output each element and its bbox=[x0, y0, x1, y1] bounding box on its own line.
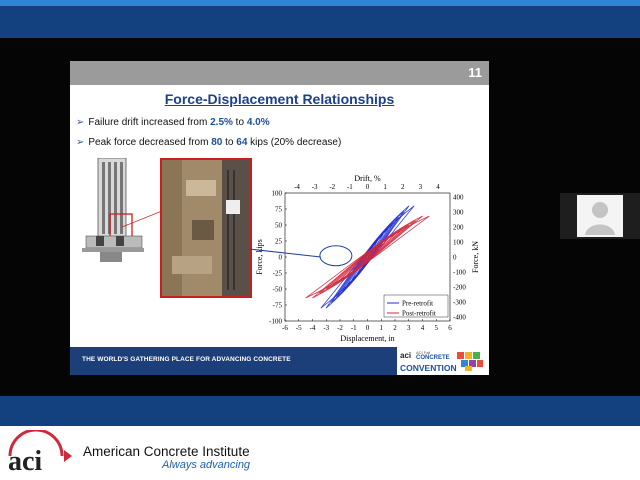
bottom-bar bbox=[0, 396, 640, 426]
bullet-text: kips (20% decrease) bbox=[247, 137, 342, 148]
bullet-value: 80 bbox=[211, 137, 223, 148]
kn-tick-label: 0 bbox=[453, 254, 457, 262]
y-tick-label: -100 bbox=[269, 318, 282, 326]
callout-line bbox=[122, 210, 162, 228]
x-tick-label: -1 bbox=[351, 324, 357, 332]
bullet-text: Failure drift increased from bbox=[88, 117, 211, 128]
convention-aci-text: aci bbox=[400, 351, 412, 360]
convention-title-text: CONVENTION bbox=[400, 363, 457, 373]
participant-avatar[interactable] bbox=[577, 195, 623, 237]
drift-tick-label: -1 bbox=[347, 183, 353, 191]
x-tick-label: 3 bbox=[407, 324, 411, 332]
bullet-value: 4.0% bbox=[246, 117, 270, 128]
kn-axis-label: Force, kN bbox=[471, 241, 480, 273]
drift-tick-label: -2 bbox=[329, 183, 335, 191]
force-displacement-chart: -6 -5 -4 -3 -2 -1 0 1 2 3 4 5 6-100-75-50-2502550751… bbox=[250, 174, 480, 343]
x-tick-label: -4 bbox=[310, 324, 316, 332]
svg-text:aci: aci bbox=[8, 446, 42, 476]
kn-tick-label: -300 bbox=[453, 299, 466, 307]
x-tick-label: -2 bbox=[337, 324, 343, 332]
drift-tick-label: 3 bbox=[419, 183, 423, 191]
bullet-text: to bbox=[222, 137, 237, 148]
legend-label: Post-retrofit bbox=[402, 310, 436, 318]
legend-label: Pre-retrofit bbox=[402, 300, 433, 308]
slide-footer-text: THE WORLD'S GATHERING PLACE FOR ADVANCIN… bbox=[82, 356, 291, 363]
y-tick-label: 25 bbox=[275, 238, 283, 246]
y-axis-label: Force, kips bbox=[255, 239, 264, 275]
kn-tick-label: -400 bbox=[453, 314, 466, 322]
bullet-text: Peak force decreased from bbox=[88, 137, 212, 148]
drift-tick-label: -3 bbox=[312, 183, 318, 191]
kn-tick-label: 300 bbox=[453, 209, 464, 217]
x-tick-label: 2 bbox=[393, 324, 397, 332]
bullet-arrow-icon: ➢ bbox=[76, 137, 85, 148]
slide-number: 11 bbox=[468, 65, 482, 80]
y-tick-label: 50 bbox=[275, 222, 283, 230]
kn-tick-label: 400 bbox=[453, 194, 464, 202]
drift-tick-label: 0 bbox=[366, 183, 370, 191]
kn-tick-label: 200 bbox=[453, 224, 464, 232]
organization-name: American Concrete Institute bbox=[83, 444, 250, 459]
y-tick-label: -75 bbox=[273, 302, 283, 310]
convention-cubes-icon bbox=[457, 352, 483, 371]
y-tick-label: 75 bbox=[275, 206, 283, 214]
drift-tick-label: -4 bbox=[294, 183, 300, 191]
convention-concrete-text: CONCRETE bbox=[416, 355, 450, 361]
top-bar bbox=[0, 6, 640, 38]
drift-tick-label: 2 bbox=[401, 183, 405, 191]
x-tick-label: -5 bbox=[296, 324, 302, 332]
y-tick-label: -50 bbox=[273, 286, 283, 294]
drift-tick-label: 1 bbox=[383, 183, 387, 191]
kn-tick-label: 100 bbox=[453, 239, 464, 247]
bullet-failure-drift: ➢ Failure drift increased from 2.5% to 4.… bbox=[76, 117, 270, 128]
x-tick-label: -6 bbox=[282, 324, 288, 332]
y-tick-label: -25 bbox=[273, 270, 283, 278]
bullet-text: to bbox=[232, 117, 247, 128]
aci-logo: aci bbox=[8, 430, 72, 476]
bullet-peak-force: ➢ Peak force decreased from 80 to 64 kips… bbox=[76, 137, 341, 148]
bullet-value: 2.5% bbox=[210, 117, 233, 128]
bullet-value: 64 bbox=[236, 137, 248, 148]
drift-axis-label: Drift, % bbox=[354, 174, 381, 183]
shared-slide: 11 Force-Displacement Relationships ➢ Fai… bbox=[70, 61, 489, 375]
x-tick-label: 4 bbox=[421, 324, 425, 332]
kn-tick-label: -200 bbox=[453, 284, 466, 292]
concrete-convention-logo: aci ACI Fall CONCRETE CONVENTION bbox=[397, 347, 489, 375]
x-tick-label: 1 bbox=[380, 324, 384, 332]
x-tick-label: 0 bbox=[366, 324, 370, 332]
y-tick-label: 100 bbox=[272, 190, 283, 198]
specimen-photo bbox=[160, 158, 252, 298]
user-silhouette-icon bbox=[585, 202, 615, 235]
x-tick-label: 6 bbox=[448, 324, 452, 332]
drift-tick-label: 4 bbox=[436, 183, 440, 191]
bullet-arrow-icon: ➢ bbox=[76, 117, 85, 128]
slide-header: 11 bbox=[70, 61, 489, 85]
organization-tagline: Always advancing bbox=[162, 459, 251, 471]
slide-title: Force-Displacement Relationships bbox=[164, 91, 395, 107]
y-tick-label: 0 bbox=[279, 254, 283, 262]
x-axis-label: Displacement, in bbox=[340, 334, 394, 343]
x-tick-label: -3 bbox=[323, 324, 329, 332]
x-tick-label: 5 bbox=[435, 324, 439, 332]
kn-tick-label: -100 bbox=[453, 269, 466, 277]
